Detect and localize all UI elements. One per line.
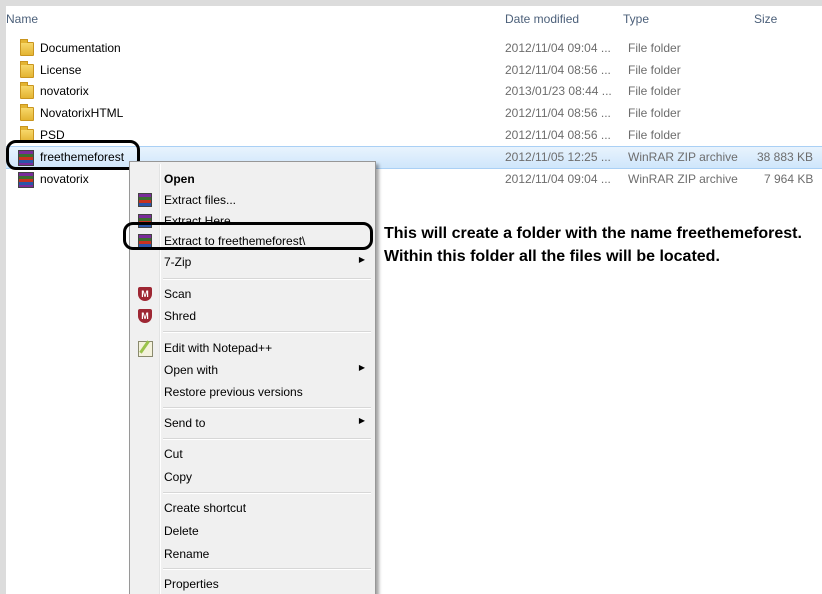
winrar-archive-icon bbox=[18, 172, 34, 188]
menu-separator bbox=[163, 492, 371, 494]
menu-item-edit-notepad[interactable]: Edit with Notepad++ bbox=[130, 337, 375, 359]
menu-item-shred[interactable]: M Shred bbox=[130, 305, 375, 327]
menu-item-label: Scan bbox=[164, 287, 192, 301]
folder-icon bbox=[20, 39, 34, 56]
file-type: File folder bbox=[628, 84, 681, 98]
menu-separator bbox=[163, 331, 371, 333]
menu-item-label: Properties bbox=[164, 577, 219, 591]
file-type: File folder bbox=[628, 106, 681, 120]
file-type: File folder bbox=[628, 128, 681, 142]
menu-item-label: Cut bbox=[164, 447, 183, 461]
file-date: 2012/11/04 08:56 ... bbox=[505, 106, 611, 120]
file-name: NovatorixHTML bbox=[40, 106, 124, 120]
menu-item-label: Shred bbox=[164, 309, 197, 323]
menu-item-label: Send to bbox=[164, 416, 206, 430]
menu-item-label: Open bbox=[164, 172, 195, 186]
menu-separator bbox=[163, 568, 371, 570]
file-size: 38 883 KB bbox=[757, 150, 814, 164]
menu-item-label: Restore previous versions bbox=[164, 385, 303, 399]
file-date: 2013/01/23 08:44 ... bbox=[505, 84, 612, 98]
mcafee-shield-icon: M bbox=[138, 287, 152, 301]
menu-item-create-shortcut[interactable]: Create shortcut bbox=[130, 497, 375, 519]
file-name: License bbox=[40, 63, 82, 77]
file-date: 2012/11/05 12:25 ... bbox=[505, 150, 611, 164]
menu-item-label: 7-Zip bbox=[164, 255, 192, 269]
file-date: 2012/11/04 08:56 ... bbox=[505, 63, 611, 77]
folder-icon bbox=[20, 61, 34, 78]
menu-item-delete[interactable]: Delete bbox=[130, 520, 375, 542]
menu-separator bbox=[163, 278, 371, 280]
file-type: File folder bbox=[628, 41, 681, 55]
submenu-arrow-icon: ▶ bbox=[358, 363, 365, 372]
explorer-window: Name Date modified Type Size Documentati… bbox=[6, 6, 822, 594]
folder-icon bbox=[20, 104, 34, 121]
submenu-arrow-icon: ▶ bbox=[358, 416, 365, 425]
menu-item-scan[interactable]: M Scan bbox=[130, 283, 375, 305]
menu-item-cut[interactable]: Cut bbox=[130, 443, 375, 465]
menu-item-label: Extract files... bbox=[164, 193, 237, 207]
file-type: File folder bbox=[628, 63, 681, 77]
menu-item-send-to[interactable]: Send to ▶ bbox=[130, 412, 375, 434]
file-size: 7 964 KB bbox=[764, 172, 814, 186]
column-header-type[interactable]: Type bbox=[623, 12, 649, 26]
file-highlight-outline bbox=[6, 140, 140, 170]
submenu-arrow-icon: ▶ bbox=[358, 255, 365, 264]
file-type: WinRAR ZIP archive bbox=[628, 150, 738, 164]
menu-item-label: Edit with Notepad++ bbox=[164, 341, 273, 355]
annotation-text: This will create a folder with the name … bbox=[384, 225, 802, 265]
folder-icon bbox=[20, 82, 34, 99]
file-row-novatorixhtml[interactable]: NovatorixHTML 2012/11/04 08:56 ... File … bbox=[6, 103, 822, 124]
file-date: 2012/11/04 09:04 ... bbox=[505, 41, 611, 55]
menu-item-open-with[interactable]: Open with ▶ bbox=[130, 359, 375, 381]
menu-item-properties[interactable]: Properties bbox=[130, 573, 375, 594]
menu-item-open[interactable]: Open bbox=[130, 168, 375, 190]
notepad-plus-plus-icon bbox=[138, 341, 153, 357]
file-date: 2012/11/04 08:56 ... bbox=[505, 128, 611, 142]
file-date: 2012/11/04 09:04 ... bbox=[505, 172, 611, 186]
column-header-size[interactable]: Size bbox=[754, 12, 777, 26]
menu-item-rename[interactable]: Rename bbox=[130, 543, 375, 565]
menu-separator bbox=[163, 438, 371, 440]
column-header-date-modified[interactable]: Date modified bbox=[505, 12, 579, 26]
mcafee-shield-icon: M bbox=[138, 309, 152, 323]
menu-item-label: Delete bbox=[164, 524, 199, 538]
menu-item-label: Rename bbox=[164, 547, 210, 561]
menu-item-highlight-outline bbox=[123, 222, 373, 250]
menu-item-label: Copy bbox=[164, 470, 193, 484]
file-row-novatorix-folder[interactable]: novatorix 2013/01/23 08:44 ... File fold… bbox=[6, 81, 822, 102]
menu-item-restore-previous-versions[interactable]: Restore previous versions bbox=[130, 381, 375, 403]
menu-separator bbox=[163, 407, 371, 409]
file-name: novatorix bbox=[40, 84, 89, 98]
menu-item-copy[interactable]: Copy bbox=[130, 466, 375, 488]
file-row-documentation[interactable]: Documentation 2012/11/04 09:04 ... File … bbox=[6, 38, 822, 59]
menu-item-7zip[interactable]: 7-Zip ▶ bbox=[130, 251, 375, 273]
file-name: novatorix bbox=[40, 172, 89, 186]
menu-item-extract-files[interactable]: Extract files... bbox=[130, 189, 375, 211]
menu-item-label: Open with bbox=[164, 363, 219, 377]
file-type: WinRAR ZIP archive bbox=[628, 172, 738, 186]
file-name: Documentation bbox=[40, 41, 121, 55]
column-header-name[interactable]: Name bbox=[6, 12, 38, 26]
menu-item-label: Create shortcut bbox=[164, 501, 247, 515]
winrar-icon bbox=[138, 193, 152, 207]
file-row-license[interactable]: License 2012/11/04 08:56 ... File folder bbox=[6, 60, 822, 81]
